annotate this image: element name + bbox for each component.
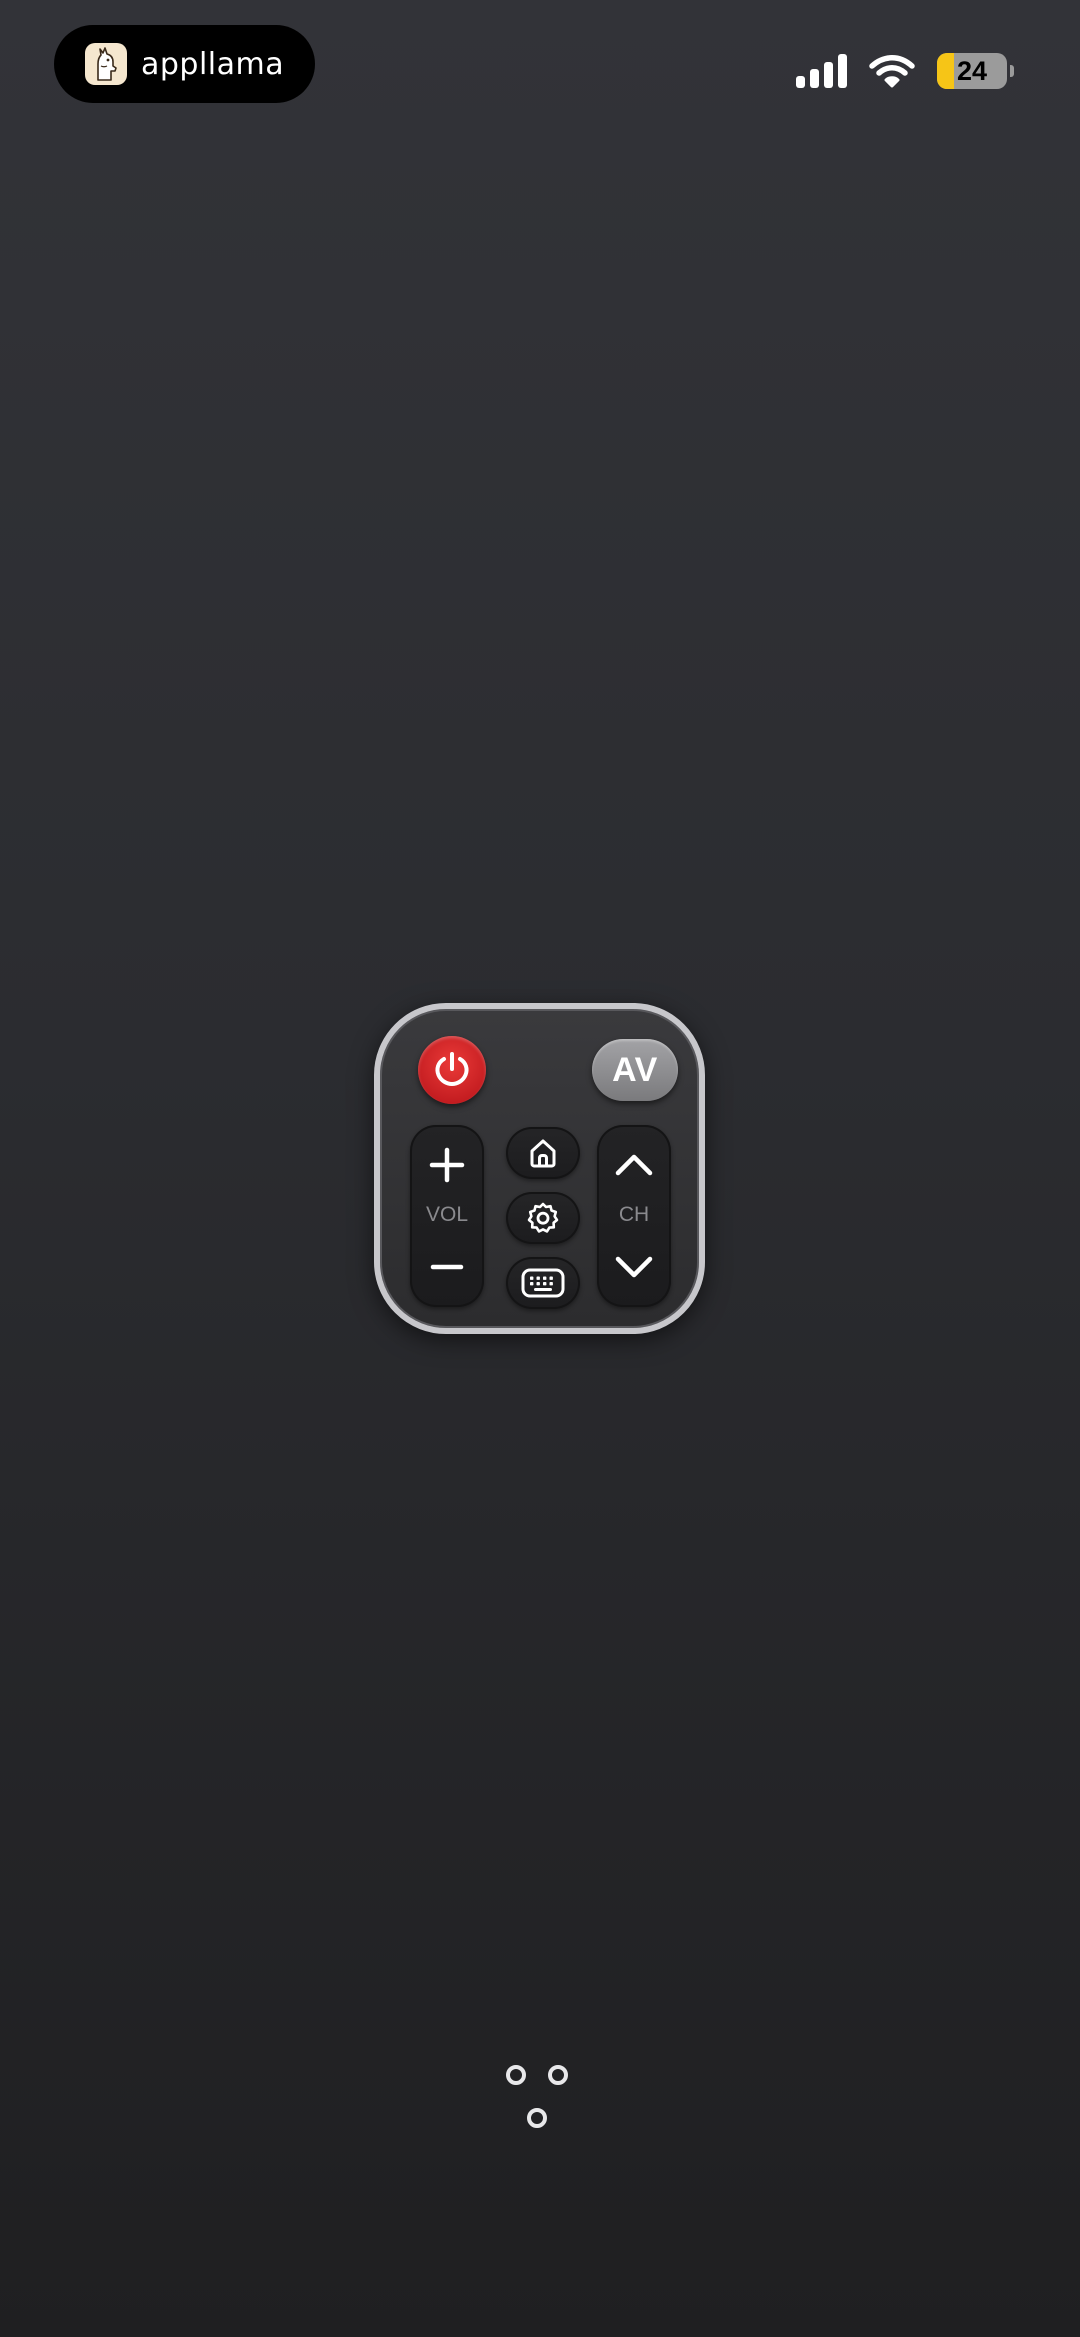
power-button[interactable]	[418, 1036, 486, 1104]
volume-rocker: VOL	[410, 1125, 484, 1307]
keyboard-icon	[521, 1268, 565, 1298]
channel-label: CH	[618, 1203, 650, 1226]
gear-icon	[527, 1202, 559, 1233]
volume-down-button[interactable]	[410, 1239, 484, 1295]
av-input-button[interactable]: AV	[592, 1039, 678, 1101]
page-dot	[527, 2108, 547, 2128]
chevron-down-icon	[615, 1256, 653, 1278]
battery-icon: 24	[937, 53, 1014, 89]
tv-remote-widget[interactable]: AV VOL CH	[374, 1003, 705, 1334]
chevron-up-icon	[615, 1154, 653, 1176]
wifi-icon	[869, 54, 915, 88]
channel-rocker: CH	[597, 1125, 671, 1307]
minus-icon	[430, 1264, 464, 1270]
home-button[interactable]	[506, 1127, 580, 1179]
llama-logo-icon	[85, 43, 127, 85]
plus-icon	[429, 1147, 465, 1183]
power-icon	[435, 1052, 469, 1087]
status-icons: 24	[796, 48, 1014, 94]
battery-level: 24	[956, 55, 988, 86]
settings-button[interactable]	[506, 1192, 580, 1244]
cellular-signal-icon	[796, 54, 847, 88]
volume-label: VOL	[425, 1203, 469, 1226]
av-label: AV	[612, 1050, 658, 1089]
brand-name: appllama	[141, 46, 285, 82]
volume-up-button[interactable]	[410, 1137, 484, 1193]
keyboard-button[interactable]	[506, 1257, 580, 1309]
channel-up-button[interactable]	[597, 1137, 671, 1193]
channel-down-button[interactable]	[597, 1239, 671, 1295]
page-dot	[548, 2065, 568, 2085]
page-indicator-dots[interactable]	[500, 2060, 580, 2140]
page-dot	[506, 2065, 526, 2085]
home-icon	[530, 1139, 556, 1168]
brand-badge: appllama	[54, 25, 315, 103]
